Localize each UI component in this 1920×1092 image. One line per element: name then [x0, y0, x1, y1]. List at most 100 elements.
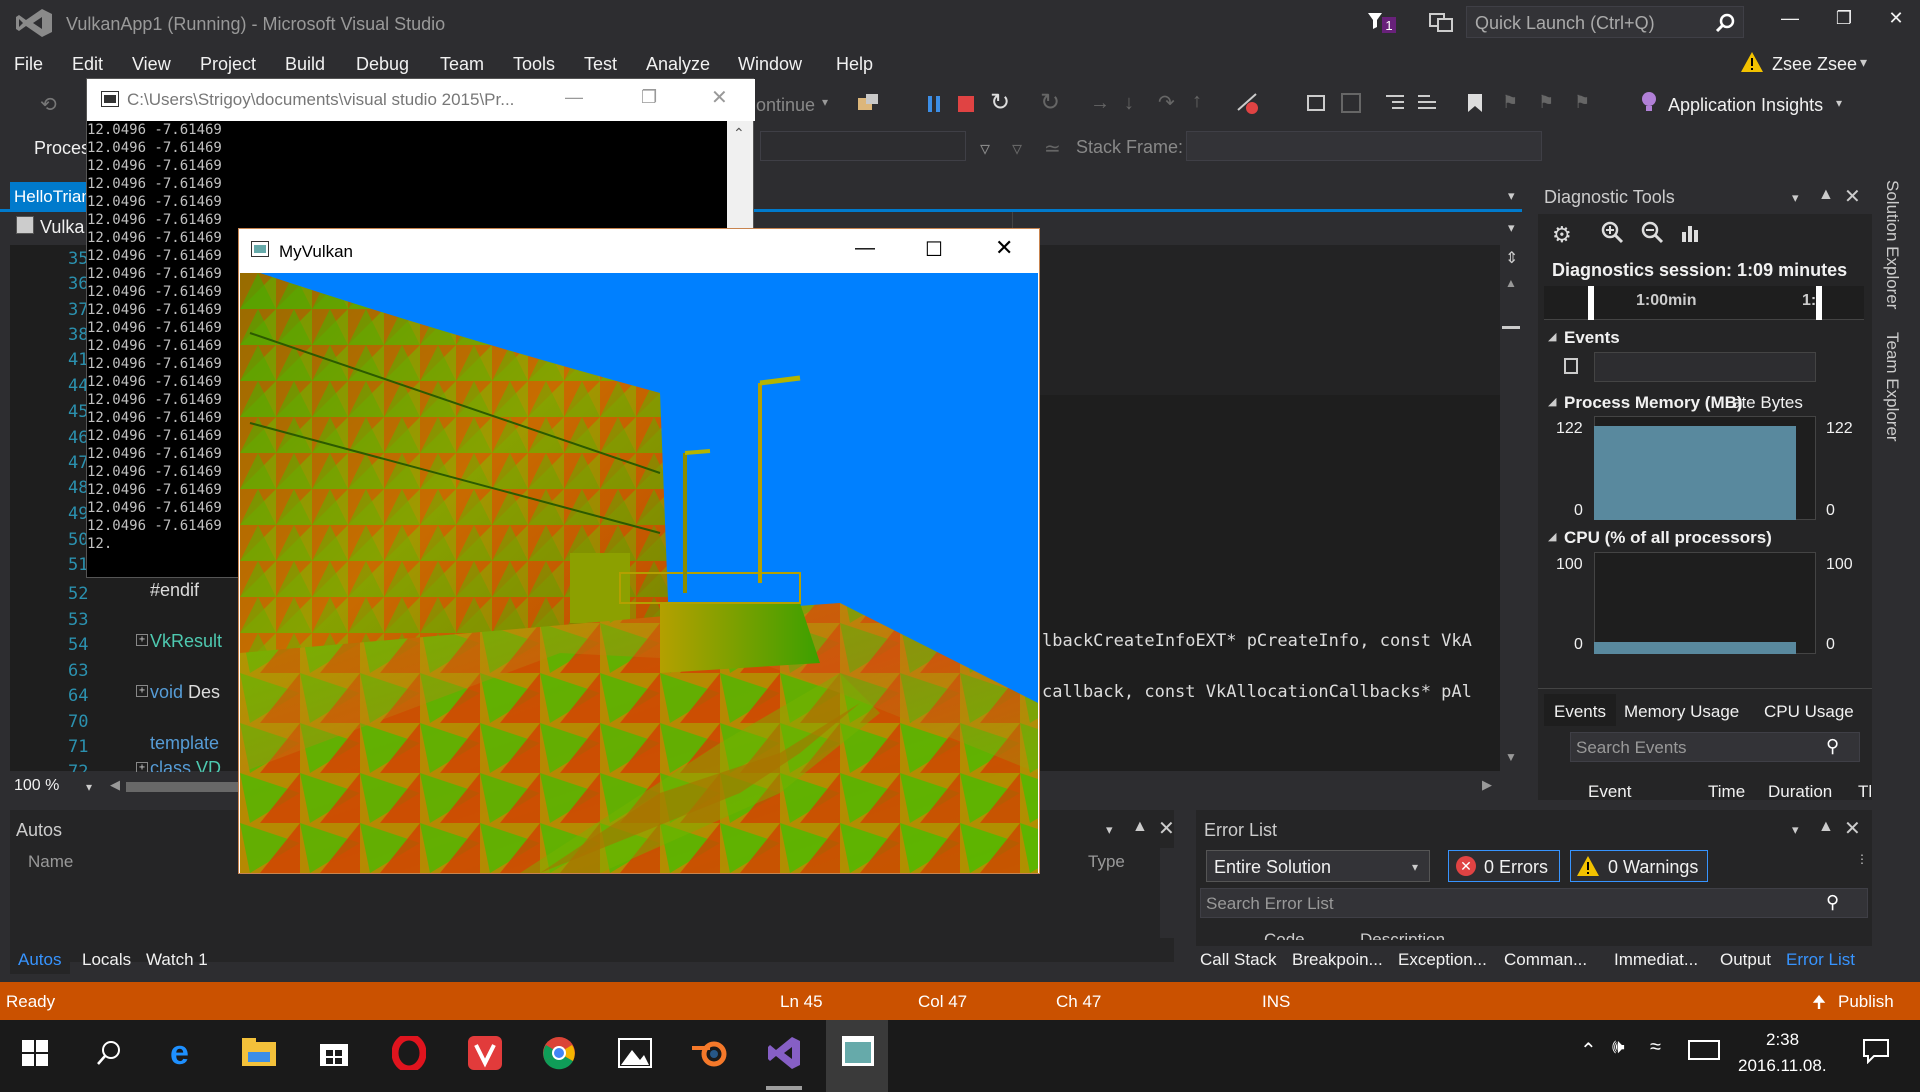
timeline-end-handle[interactable] — [1816, 286, 1822, 320]
menu-team[interactable]: Team — [440, 54, 484, 75]
memory-collapse-icon[interactable]: ◢ — [1548, 395, 1556, 408]
file-explorer-icon[interactable] — [242, 1038, 276, 1068]
myvulkan-maximize-button[interactable]: ☐ — [925, 237, 943, 262]
tab-dropdown-icon[interactable]: ▾ — [1508, 188, 1515, 204]
bottom-tab[interactable]: Exception... — [1398, 950, 1487, 970]
flag-filter-icon[interactable]: ▿ — [1012, 136, 1022, 161]
next-bookmark-icon[interactable]: ⚑ — [1538, 92, 1554, 113]
menu-analyze[interactable]: Analyze — [646, 54, 710, 75]
errlist-overflow-icon[interactable]: ⋮ — [1856, 852, 1868, 866]
diag-tab-memory[interactable]: Memory Usage — [1624, 702, 1739, 722]
zoom-select[interactable]: 100 % — [14, 777, 59, 795]
pin-icon[interactable]: ▲ — [1818, 186, 1834, 204]
bottom-tab[interactable]: Error List — [1786, 950, 1855, 970]
autos-menu-icon[interactable]: ▾ — [1106, 822, 1113, 838]
bottom-tab[interactable]: Call Stack — [1200, 950, 1277, 970]
menu-file[interactable]: File — [14, 54, 43, 75]
warning-icon[interactable] — [1740, 50, 1764, 74]
autos-scrollbar[interactable] — [1160, 848, 1174, 938]
menu-project[interactable]: Project — [200, 54, 256, 75]
maximize-button[interactable]: ❐ — [1824, 8, 1864, 34]
filter-icon[interactable]: ▿ — [980, 136, 990, 161]
scroll-thumb[interactable] — [1502, 326, 1520, 329]
clear-bookmarks-icon[interactable]: ⚑ — [1574, 92, 1590, 113]
events-track[interactable] — [1594, 352, 1816, 382]
solution-explorer-tab[interactable]: Solution Explorer — [1882, 180, 1902, 309]
bottom-tab[interactable]: Output — [1720, 950, 1771, 970]
zoom-out-icon[interactable] — [1640, 220, 1664, 244]
scroll-down-icon[interactable]: ▼ — [1505, 750, 1517, 764]
menu-test[interactable]: Test — [584, 54, 617, 75]
menu-help[interactable]: Help — [836, 54, 873, 75]
thread-icon[interactable] — [1306, 92, 1328, 114]
publish-button[interactable]: Publish — [1838, 992, 1894, 1012]
bottom-tab[interactable]: Comman... — [1504, 950, 1587, 970]
volume-icon[interactable]: 🕪 — [1612, 1036, 1625, 1059]
tasks-icon[interactable] — [1340, 92, 1362, 114]
thread-select[interactable] — [760, 131, 966, 161]
hscroll-right-icon[interactable]: ▶ — [1482, 777, 1492, 793]
photos-icon[interactable] — [618, 1036, 652, 1070]
search-icon[interactable] — [96, 1040, 122, 1066]
quick-launch-input[interactable]: Quick Launch (Ctrl+Q) — [1466, 6, 1744, 38]
bottom-tab[interactable]: Immediat... — [1614, 950, 1698, 970]
cpu-collapse-icon[interactable]: ◢ — [1548, 530, 1556, 543]
console-title-bar[interactable]: C:\Users\Strigoy\documents\visual studio… — [87, 79, 755, 121]
prev-bookmark-icon[interactable]: ⚑ — [1502, 92, 1518, 113]
team-explorer-tab[interactable]: Team Explorer — [1882, 332, 1902, 442]
horizontal-scroll-thumb[interactable] — [126, 782, 240, 792]
events-collapse-icon[interactable]: ◢ — [1548, 330, 1556, 343]
timeline-start-handle[interactable] — [1588, 286, 1594, 320]
continue-dropdown-icon[interactable]: ▾ — [822, 95, 828, 109]
store-icon[interactable] — [318, 1036, 350, 1068]
editor-vertical-scrollbar[interactable] — [1500, 245, 1522, 771]
tray-chevron-icon[interactable]: ⌃ — [1580, 1038, 1597, 1063]
error-scope-dropdown-icon[interactable]: ▾ — [1412, 860, 1418, 874]
console-maximize-button[interactable]: ❐ — [641, 87, 657, 108]
errlist-col-description[interactable]: Description — [1360, 930, 1445, 940]
hscroll-left-icon[interactable]: ◀ — [110, 777, 120, 793]
errlist-col-code[interactable]: Code — [1264, 930, 1305, 940]
close-button[interactable]: ✕ — [1876, 8, 1916, 34]
project-nav-select[interactable]: Vulka — [40, 217, 84, 238]
publish-icon[interactable]: 🠉 — [1812, 990, 1826, 1019]
app-insights-dropdown-icon[interactable]: ▾ — [1836, 96, 1842, 110]
errlist-close-icon[interactable]: ✕ — [1844, 816, 1861, 841]
autos-close-icon[interactable]: ✕ — [1158, 816, 1175, 841]
split-icon[interactable]: ⇕ — [1505, 248, 1518, 268]
edge-icon[interactable]: e — [170, 1034, 189, 1073]
step-out-icon[interactable]: ↑ — [1192, 90, 1202, 113]
clock-time[interactable]: 2:38 — [1766, 1030, 1799, 1050]
panel-menu-icon[interactable]: ▾ — [1792, 190, 1799, 206]
scroll-up-icon[interactable]: ▲ — [1505, 276, 1517, 290]
network-icon[interactable]: ≈ — [1650, 1036, 1661, 1059]
menu-tools[interactable]: Tools — [513, 54, 555, 75]
errlist-menu-icon[interactable]: ▾ — [1792, 822, 1799, 838]
vivaldi-icon[interactable] — [468, 1036, 502, 1070]
breakpoint-toggle-icon[interactable] — [1234, 90, 1262, 116]
break-all-icon[interactable] — [924, 92, 944, 116]
tab-watch1[interactable]: Watch 1 — [146, 950, 208, 970]
diag-tab-cpu[interactable]: CPU Usage — [1764, 702, 1854, 722]
notifications-icon[interactable]: 1 — [1366, 9, 1398, 35]
clock-date[interactable]: 2016.11.08. — [1738, 1056, 1827, 1076]
events-col-time[interactable]: Time — [1708, 782, 1745, 802]
tab-hellotriangle[interactable]: HelloTrian — [10, 182, 91, 210]
restart-icon[interactable]: ↻ — [990, 88, 1010, 117]
lightbulb-icon[interactable] — [1640, 90, 1658, 114]
myvulkan-title-bar[interactable]: MyVulkan — ☐ ✕ — [239, 229, 1039, 273]
outdent-icon[interactable] — [1416, 92, 1438, 114]
bottom-tab[interactable]: Breakpoin... — [1292, 950, 1383, 970]
zoom-in-icon[interactable] — [1600, 220, 1624, 244]
zoom-dropdown-icon[interactable]: ▾ — [86, 780, 92, 794]
events-col-duration[interactable]: Duration — [1768, 782, 1832, 802]
myvulkan-close-button[interactable]: ✕ — [995, 235, 1013, 261]
chrome-icon[interactable] — [542, 1036, 576, 1070]
show-threads-icon[interactable]: ≃ — [1044, 136, 1061, 161]
console-scroll-up-icon[interactable]: ⌃ — [733, 125, 745, 142]
tab-autos[interactable]: Autos — [18, 950, 61, 970]
minimize-button[interactable]: — — [1770, 8, 1810, 34]
menu-debug[interactable]: Debug — [356, 54, 409, 75]
menu-window[interactable]: Window — [738, 54, 802, 75]
panel-close-icon[interactable]: ✕ — [1844, 184, 1861, 209]
